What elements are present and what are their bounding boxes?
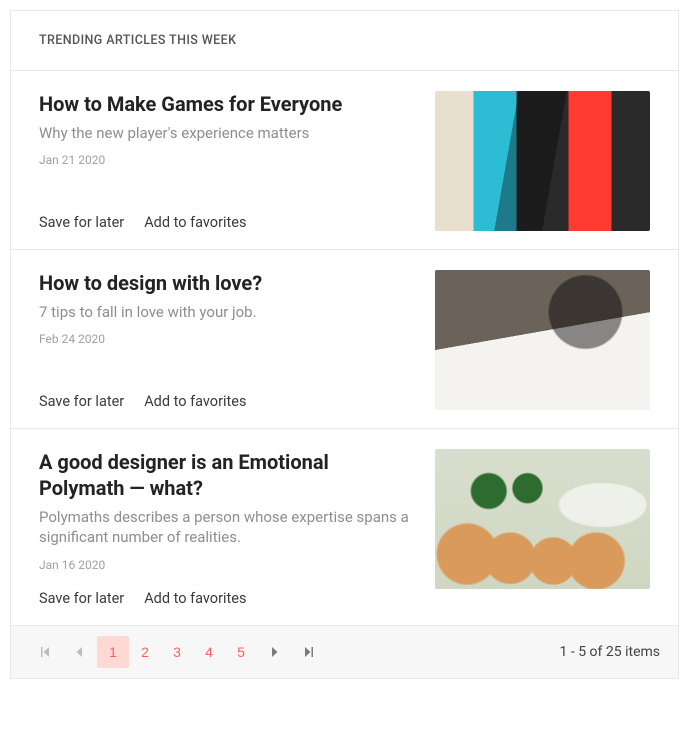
add-to-favorites-button[interactable]: Add to favorites: [144, 590, 246, 607]
save-for-later-button[interactable]: Save for later: [39, 393, 124, 410]
pager-page-4[interactable]: 4: [193, 636, 225, 668]
pager-prev-button[interactable]: [63, 636, 95, 668]
pager-page-1[interactable]: 1: [97, 636, 129, 668]
add-to-favorites-button[interactable]: Add to favorites: [144, 214, 246, 231]
article-title: A good designer is an Emotional Polymath…: [39, 449, 415, 501]
pager-page-2[interactable]: 2: [129, 636, 161, 668]
article-actions: Save for later Add to favorites: [39, 375, 415, 410]
pager-page-3[interactable]: 3: [161, 636, 193, 668]
article-subtitle: 7 tips to fall in love with your job.: [39, 302, 415, 322]
chevron-left-icon: [74, 646, 84, 658]
article-subtitle: Polymaths describes a person whose exper…: [39, 507, 415, 548]
article-item[interactable]: How to design with love? 7 tips to fall i…: [11, 250, 678, 429]
article-title: How to Make Games for Everyone: [39, 91, 415, 117]
article-actions: Save for later Add to favorites: [39, 572, 415, 607]
seek-last-icon: [303, 646, 315, 658]
list-header: TRENDING ARTICLES THIS WEEK: [11, 11, 678, 71]
list-header-title: TRENDING ARTICLES THIS WEEK: [39, 33, 236, 48]
article-item[interactable]: How to Make Games for Everyone Why the ne…: [11, 71, 678, 250]
chevron-right-icon: [270, 646, 280, 658]
pager-page-5[interactable]: 5: [225, 636, 257, 668]
article-content: How to Make Games for Everyone Why the ne…: [39, 91, 415, 231]
article-content: How to design with love? 7 tips to fall i…: [39, 270, 415, 410]
trending-articles-list: TRENDING ARTICLES THIS WEEK How to Make …: [10, 10, 679, 679]
pager-first-button[interactable]: [29, 636, 61, 668]
save-for-later-button[interactable]: Save for later: [39, 214, 124, 231]
add-to-favorites-button[interactable]: Add to favorites: [144, 393, 246, 410]
seek-first-icon: [39, 646, 51, 658]
article-item[interactable]: A good designer is an Emotional Polymath…: [11, 429, 678, 626]
article-thumb-design: [435, 270, 650, 410]
save-for-later-button[interactable]: Save for later: [39, 590, 124, 607]
article-thumb-polymath: [435, 449, 650, 589]
pager-next-button[interactable]: [259, 636, 291, 668]
pager-last-button[interactable]: [293, 636, 325, 668]
article-thumb-games: [435, 91, 650, 231]
article-subtitle: Why the new player's experience matters: [39, 123, 415, 143]
article-date: Jan 16 2020: [39, 558, 415, 572]
article-content: A good designer is an Emotional Polymath…: [39, 449, 415, 607]
article-actions: Save for later Add to favorites: [39, 196, 415, 231]
article-date: Jan 21 2020: [39, 153, 415, 167]
pager-nav: 12345: [29, 636, 325, 668]
pager: 12345 1 - 5 of 25 items: [11, 626, 678, 678]
pager-info: 1 - 5 of 25 items: [560, 644, 660, 660]
article-date: Feb 24 2020: [39, 332, 415, 346]
article-title: How to design with love?: [39, 270, 415, 296]
